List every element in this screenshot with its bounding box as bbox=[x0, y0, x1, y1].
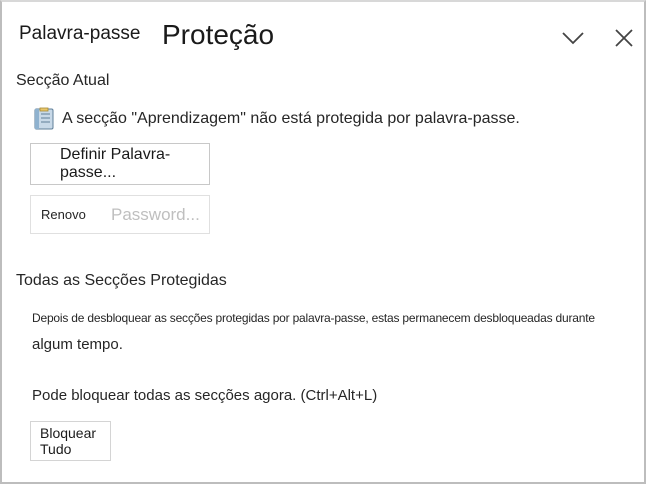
section-status: A secção "Aprendizagem" não está protegi… bbox=[32, 106, 520, 132]
pane-title: Proteção bbox=[152, 16, 285, 54]
section-status-text: A secção "Aprendizagem" não está protegi… bbox=[62, 110, 520, 127]
all-sections-heading: Todas as Secções Protegidas bbox=[16, 272, 231, 290]
pane-header: Palavra-passe Proteção bbox=[2, 2, 644, 66]
lock-all-hint: Pode bloquear todas as secções agora. (C… bbox=[32, 387, 378, 404]
lock-all-button[interactable]: Bloquear Tudo bbox=[30, 421, 111, 461]
protection-pane: Palavra-passe Proteção Secção Atual A se… bbox=[0, 0, 646, 484]
password-tab-label: Palavra-passe bbox=[16, 17, 143, 51]
renew-label: Renovo bbox=[41, 207, 86, 222]
renew-password-button[interactable]: Renovo Password... bbox=[30, 195, 210, 234]
unlock-description-continued: algum tempo. bbox=[32, 336, 123, 353]
unlock-description: Depois de desbloquear as secções protegi… bbox=[32, 311, 595, 325]
chevron-down-icon bbox=[562, 32, 584, 45]
notebook-section-icon bbox=[34, 107, 54, 130]
collapse-button[interactable] bbox=[559, 24, 587, 52]
current-section-heading: Secção Atual bbox=[16, 72, 114, 90]
close-icon bbox=[615, 29, 633, 47]
set-password-button[interactable]: Definir Palavra-passe... bbox=[30, 143, 210, 185]
renew-disabled-text: Password... bbox=[111, 205, 200, 224]
close-button[interactable] bbox=[610, 24, 638, 52]
